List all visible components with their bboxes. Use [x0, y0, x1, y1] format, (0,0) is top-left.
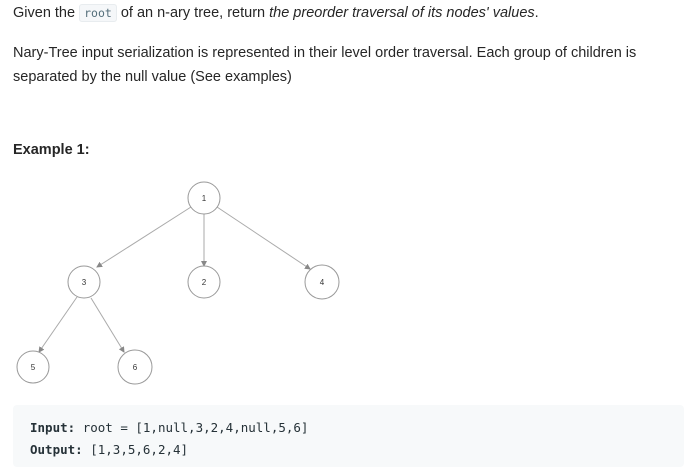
inline-code-root: root — [79, 4, 117, 22]
tree-node: 3 — [67, 265, 101, 299]
edge-3-5 — [38, 296, 78, 353]
input-line: Input: root = [1,null,3,2,4,null,5,6] — [30, 417, 684, 439]
tree-node: 5 — [16, 350, 50, 384]
problem-description-line: Given the root of an n-ary tree, return … — [13, 3, 678, 23]
edge-1-3 — [96, 206, 192, 268]
description-prefix: Given the — [13, 5, 80, 21]
output-label: Output: — [30, 442, 83, 457]
tree-node-label: 1 — [202, 194, 207, 203]
example-heading: Example 1: — [13, 142, 90, 158]
output-line: Output: [1,3,5,6,2,4] — [30, 439, 684, 461]
edge-3-6 — [90, 297, 125, 353]
example-code-block: Input: root = [1,null,3,2,4,null,5,6] Ou… — [13, 405, 684, 467]
edge-1-4 — [216, 206, 311, 270]
tree-node-label: 2 — [202, 278, 207, 287]
description-middle: of an n-ary tree, return — [116, 5, 270, 21]
tree-node: 4 — [304, 264, 340, 300]
tree-node: 2 — [187, 265, 221, 299]
tree-node-label: 3 — [82, 278, 87, 287]
nary-tree-diagram: 1 3 2 4 5 6 — [16, 181, 340, 385]
tree-node-label: 6 — [133, 363, 138, 372]
tree-node-label: 4 — [320, 278, 325, 287]
tree-node: 1 — [187, 181, 221, 215]
output-value: [1,3,5,6,2,4] — [90, 442, 189, 457]
input-label: Input: — [30, 420, 76, 435]
input-value: root = [1,null,3,2,4,null,5,6] — [82, 420, 309, 435]
description-emphasis: the preorder traversal of its nodes' val… — [269, 5, 535, 21]
tree-node-label: 5 — [31, 363, 36, 372]
tree-nodes: 1 3 2 4 5 6 — [16, 181, 340, 385]
serialization-note: Nary-Tree input serialization is represe… — [13, 45, 637, 85]
description-suffix: . — [534, 5, 539, 21]
tree-node: 6 — [117, 349, 153, 385]
